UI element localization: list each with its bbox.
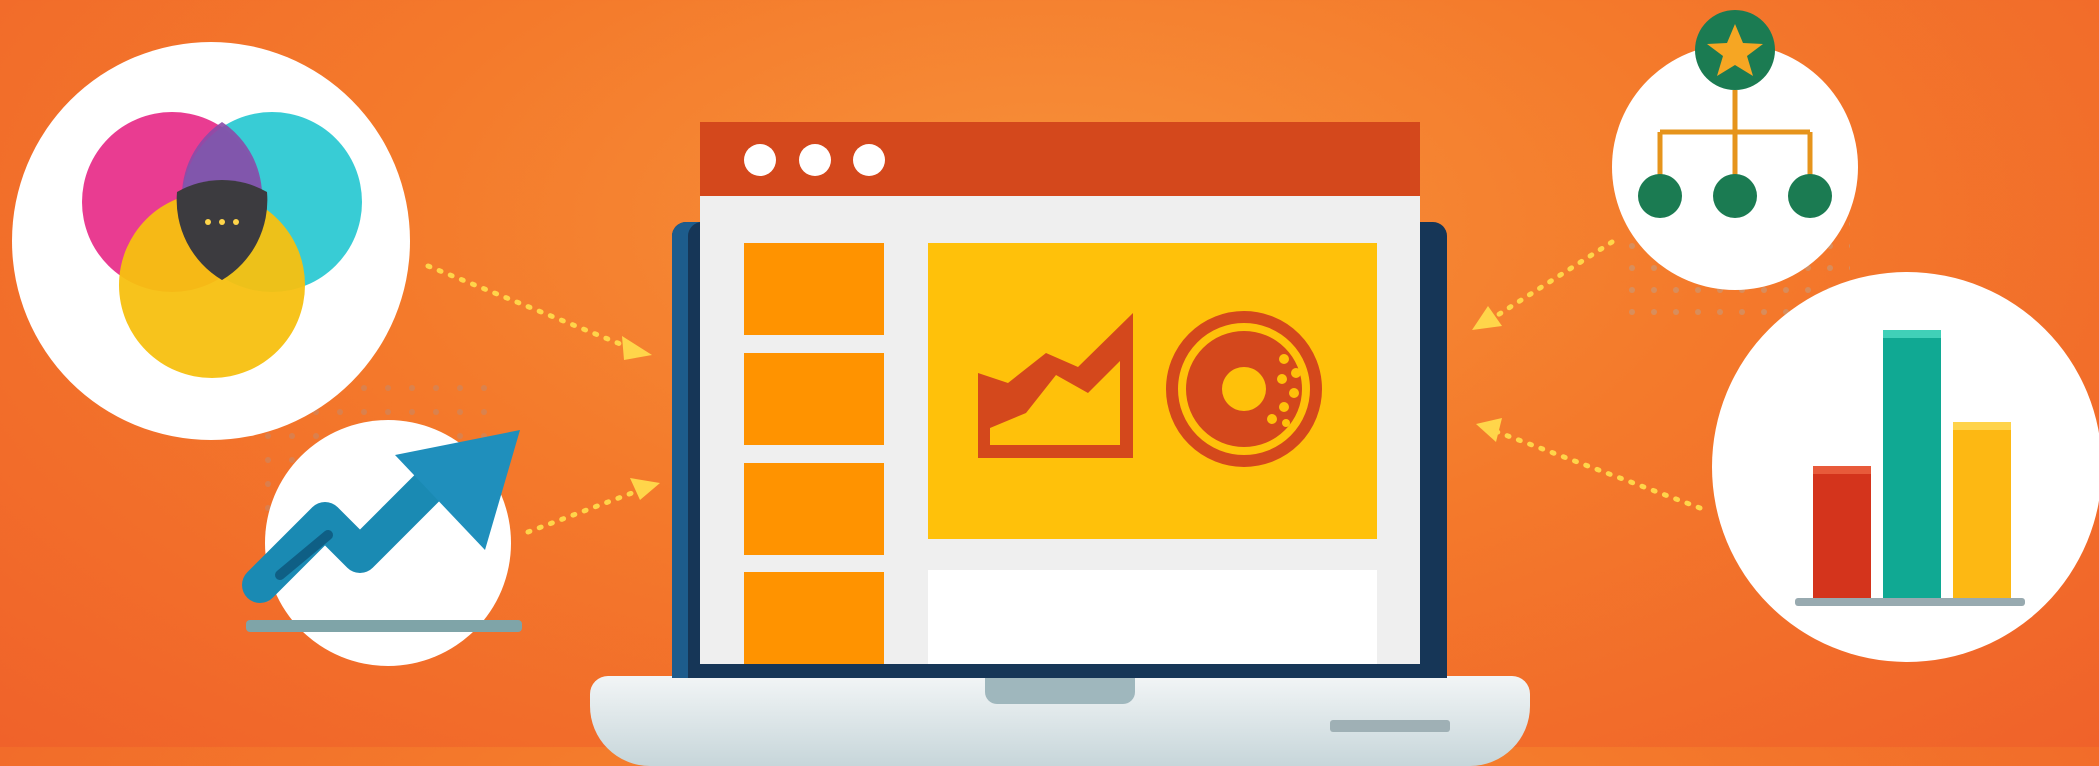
window-dot-1 bbox=[744, 144, 776, 176]
bottom-panel bbox=[928, 570, 1377, 664]
sidebar-block-2 bbox=[744, 353, 884, 445]
org-chart-icon bbox=[1638, 10, 1832, 218]
laptop-notch bbox=[985, 676, 1135, 704]
bar-chart-icon bbox=[1795, 330, 2025, 606]
donut-chart-icon bbox=[1166, 311, 1322, 467]
main-chart-panel bbox=[928, 243, 1377, 539]
laptop-slot bbox=[1330, 720, 1450, 732]
sidebar-block-1 bbox=[744, 243, 884, 335]
dashboard-window bbox=[700, 122, 1420, 664]
window-dot-3 bbox=[853, 144, 885, 176]
window-titlebar bbox=[700, 122, 1420, 196]
venn-diagram-icon bbox=[82, 112, 362, 378]
sidebar-block-4 bbox=[744, 572, 884, 664]
illustration-root: { "window": { "title_dots": ["dot-1", "d… bbox=[0, 0, 2099, 766]
window-dot-2 bbox=[799, 144, 831, 176]
area-chart-icon bbox=[978, 313, 1133, 458]
sidebar-block-3 bbox=[744, 463, 884, 555]
trend-arrow-icon bbox=[242, 430, 522, 632]
